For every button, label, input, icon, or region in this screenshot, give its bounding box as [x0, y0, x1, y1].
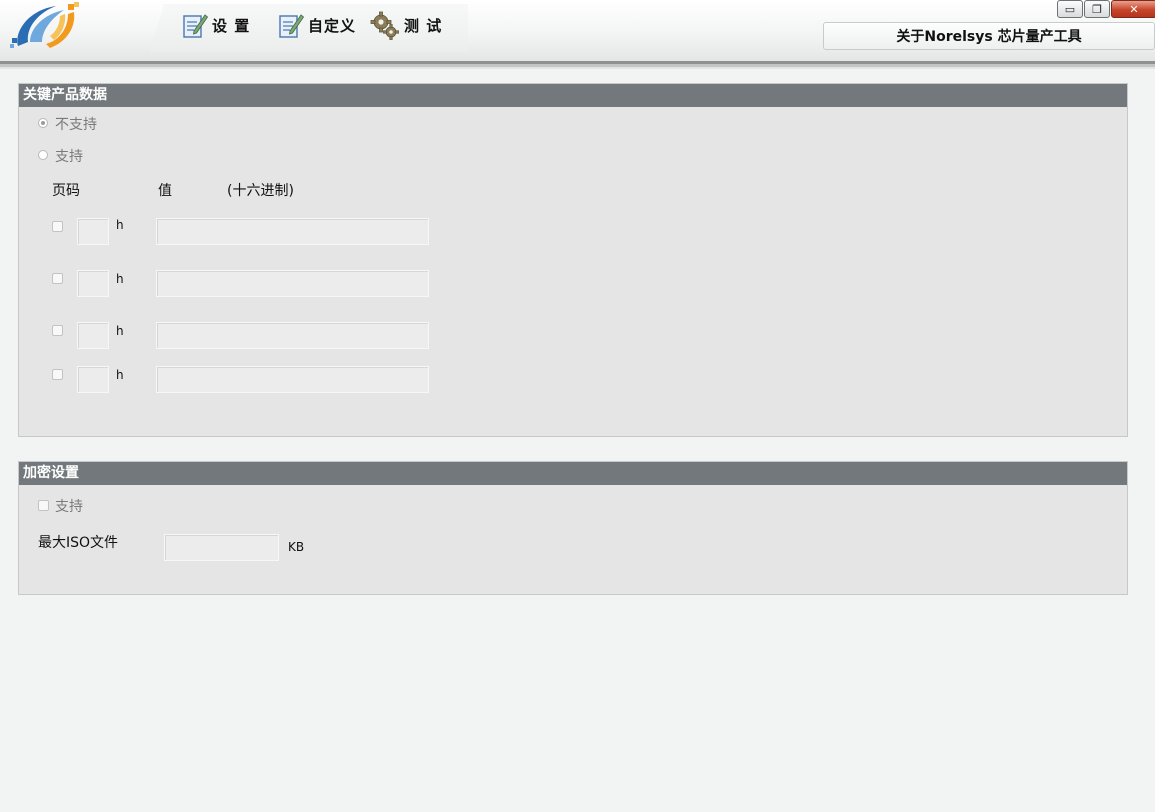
max-iso-unit: KB — [288, 540, 305, 554]
vpd-row-3-page-input[interactable] — [77, 322, 109, 349]
gears-icon — [370, 11, 399, 40]
radio-unsupported-label: 不支持 — [55, 117, 97, 133]
encrypt-panel: 加密设置 支持 最大ISO文件 KB — [18, 461, 1128, 595]
vpd-row-1-value-input[interactable] — [156, 218, 429, 245]
vpd-row-1-hex-suffix: h — [116, 218, 124, 232]
tab-settings-label: 设 置 — [212, 16, 251, 35]
close-button[interactable]: ✕ — [1111, 0, 1155, 18]
vpd-row-4-checkbox[interactable] — [52, 369, 63, 380]
radio-unsupported[interactable] — [38, 118, 48, 128]
vpd-panel: 关键产品数据 不支持 支持 页码 值 (十六进制) h h h h — [18, 83, 1128, 437]
header-divider — [0, 67, 1155, 69]
vpd-row-3-checkbox[interactable] — [52, 325, 63, 336]
column-header-value: 值 — [158, 183, 172, 199]
vpd-row-1-page-input[interactable] — [77, 218, 109, 245]
window-controls: ▭ ❐ ✕ — [1056, 0, 1155, 18]
vpd-row-1-checkbox[interactable] — [52, 221, 63, 232]
column-header-hex: (十六进制) — [227, 183, 294, 199]
encrypt-support-label: 支持 — [55, 499, 83, 515]
pencil-note-icon — [279, 14, 304, 38]
tab-test[interactable]: 测 试 — [370, 10, 442, 40]
encrypt-panel-title: 加密设置 — [19, 462, 1127, 485]
about-button[interactable]: 关于Norelsys 芯片量产工具 — [823, 22, 1155, 50]
vpd-row-2-value-input[interactable] — [156, 270, 429, 297]
max-iso-input[interactable] — [164, 534, 279, 561]
vpd-row-4-value-input[interactable] — [156, 366, 429, 393]
column-header-page: 页码 — [52, 183, 80, 199]
encrypt-support-checkbox[interactable] — [38, 500, 49, 511]
tab-custom[interactable]: 自定义 — [278, 10, 356, 40]
radio-supported[interactable] — [38, 150, 48, 160]
max-iso-label: 最大ISO文件 — [38, 535, 119, 551]
vpd-row-3-value-input[interactable] — [156, 322, 429, 349]
top-bar: 设 置 自定义 测 试 ▭ ❐ ✕ 关于Norelsys 芯片量产工具 — [0, 0, 1155, 62]
tab-test-label: 测 试 — [404, 16, 443, 35]
vpd-row-2-hex-suffix: h — [116, 272, 124, 286]
vpd-row-2-checkbox[interactable] — [52, 273, 63, 284]
vpd-row-3-hex-suffix: h — [116, 324, 124, 338]
vpd-panel-title: 关键产品数据 — [19, 84, 1127, 107]
tab-settings[interactable]: 设 置 — [182, 10, 250, 40]
tab-custom-label: 自定义 — [308, 16, 357, 35]
restore-button[interactable]: ❐ — [1084, 0, 1110, 18]
vpd-row-4-hex-suffix: h — [116, 368, 124, 382]
minimize-button[interactable]: ▭ — [1057, 0, 1083, 18]
app-logo-icon — [10, 2, 79, 48]
vpd-row-4-page-input[interactable] — [77, 366, 109, 393]
pencil-note-icon — [183, 14, 208, 38]
radio-supported-label: 支持 — [55, 149, 83, 165]
vpd-row-2-page-input[interactable] — [77, 270, 109, 297]
